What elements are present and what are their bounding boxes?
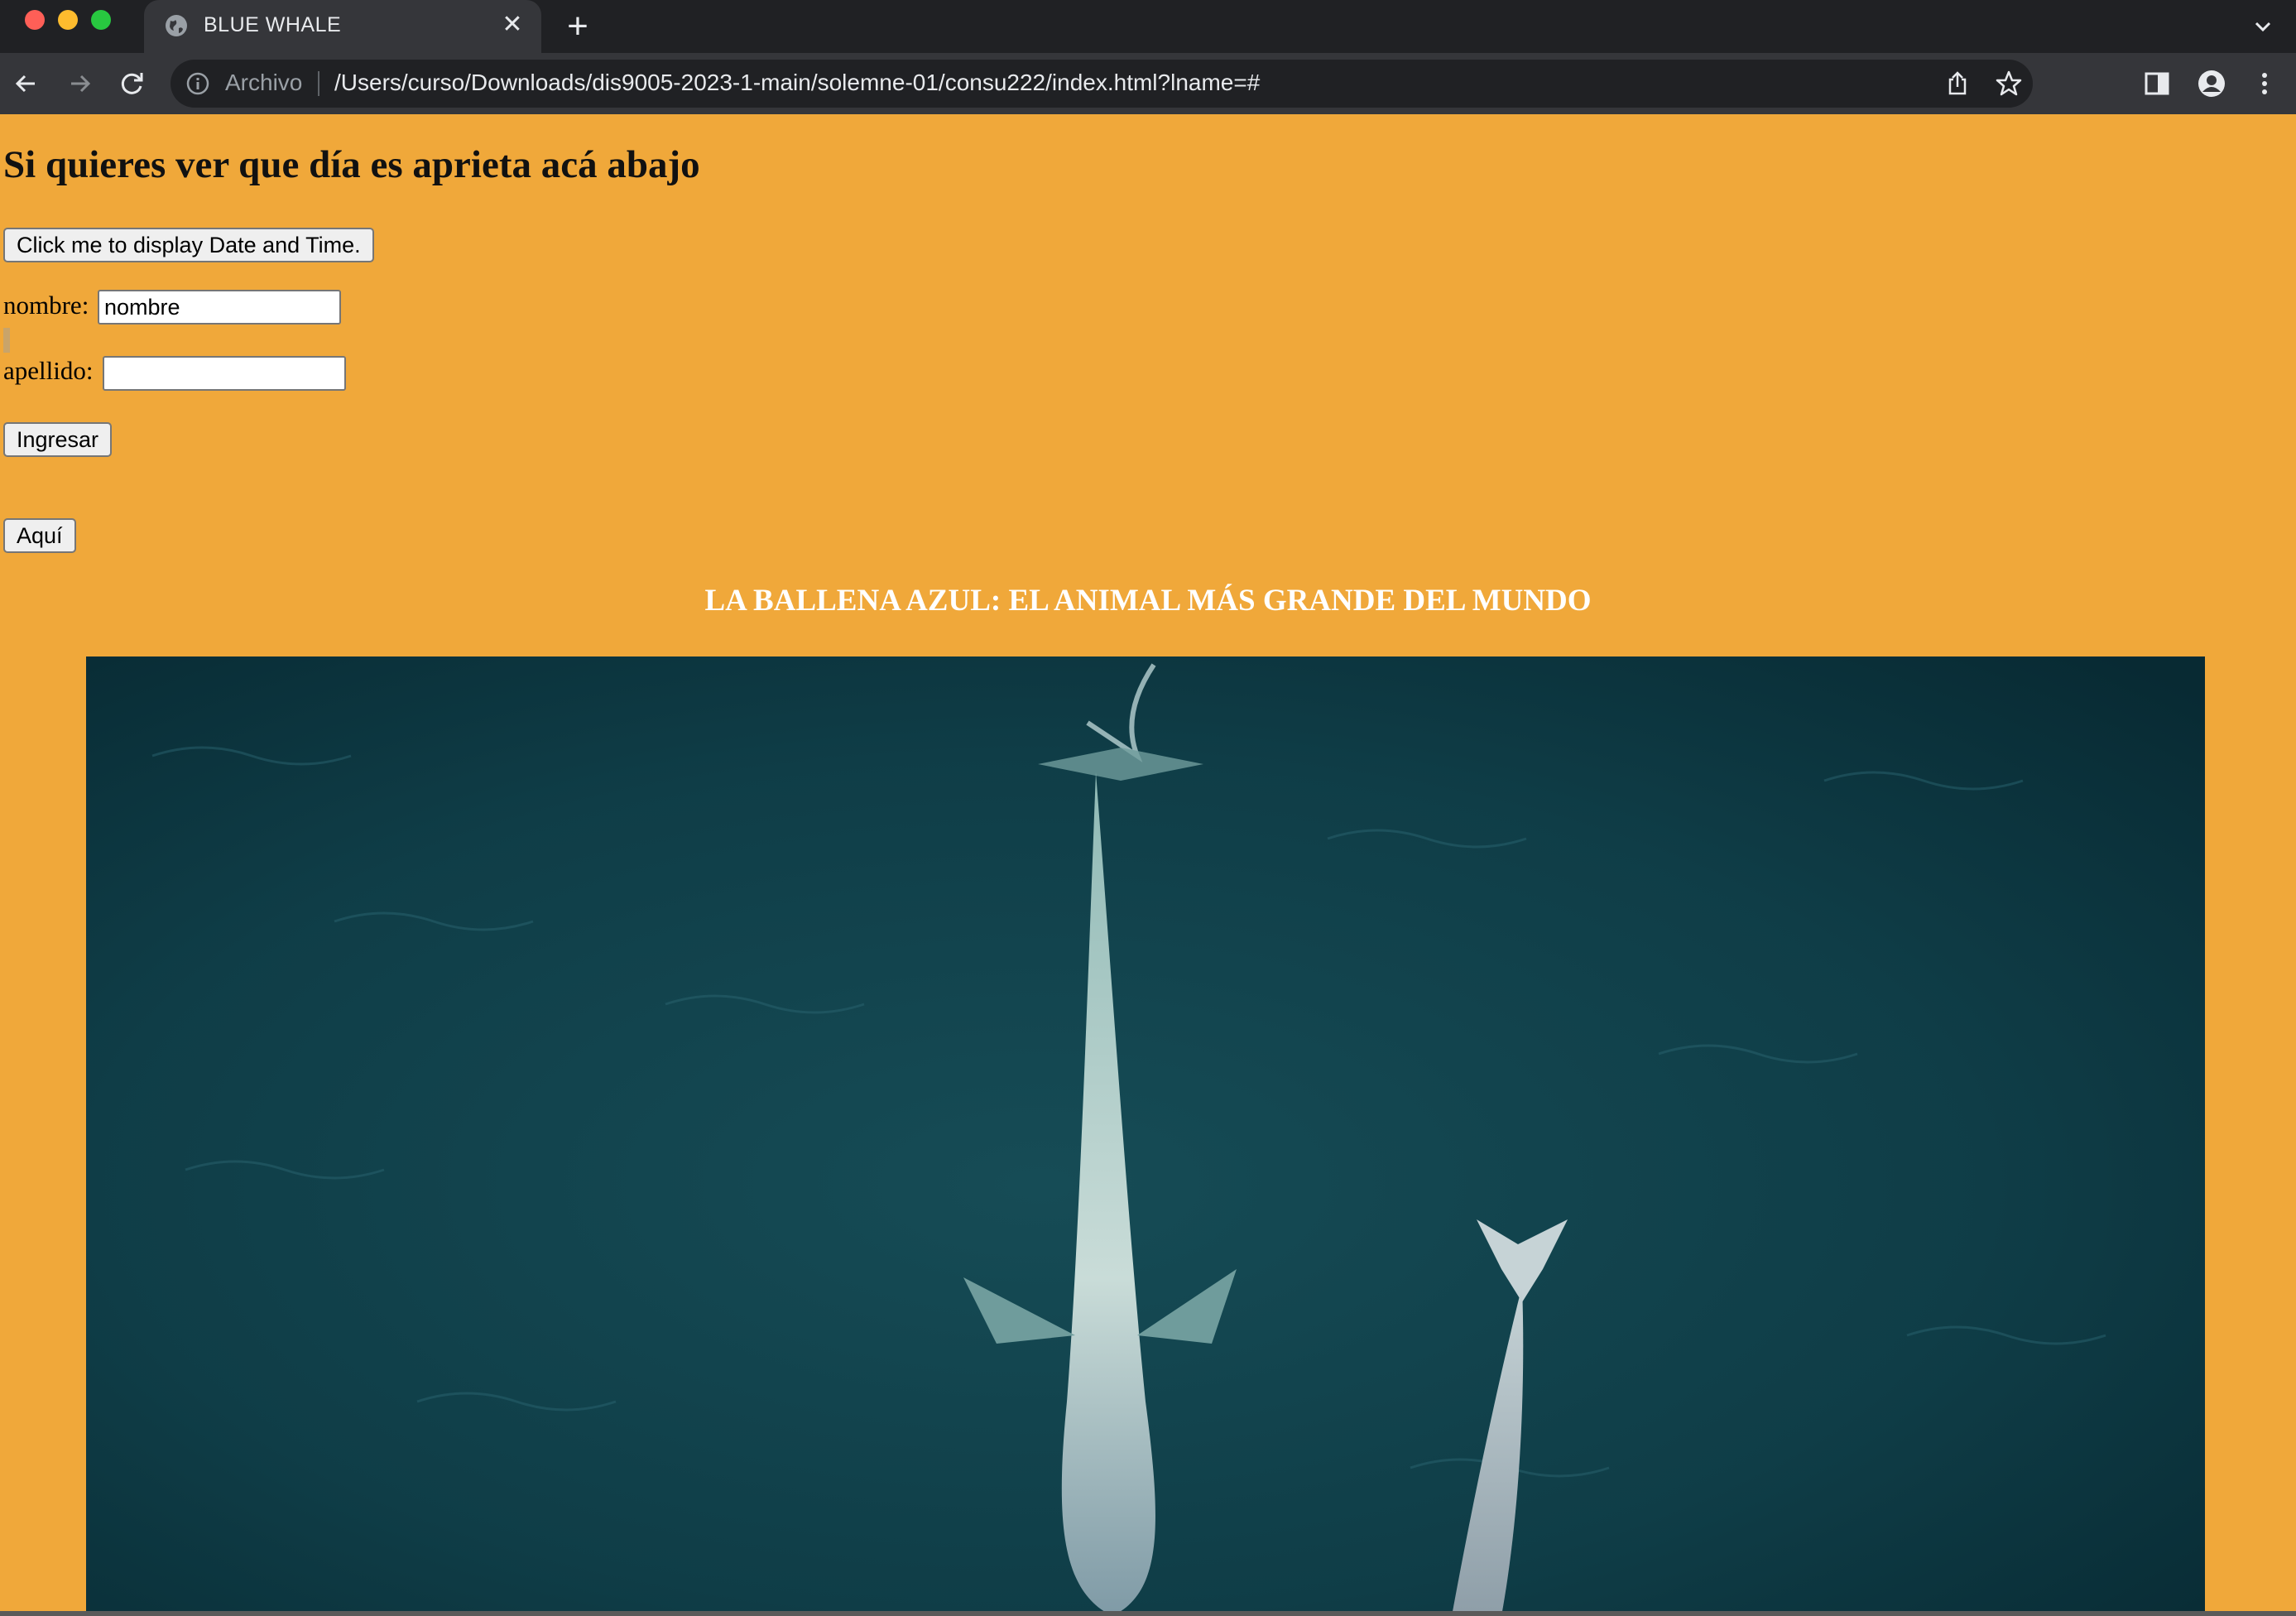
zoom-window-button[interactable] [91, 10, 111, 30]
display-date-button[interactable]: Click me to display Date and Time. [3, 228, 374, 262]
window-bottom-edge [0, 1611, 2296, 1616]
nombre-label: nombre: [3, 291, 89, 320]
bookmark-star-icon[interactable] [1995, 70, 2023, 98]
apellido-label: apellido: [3, 356, 94, 385]
aqui-button[interactable]: Aquí [3, 518, 76, 553]
minimize-window-button[interactable] [58, 10, 78, 30]
share-icon[interactable] [1943, 70, 1972, 98]
page-content: Si quieres ver que día es aprieta acá ab… [0, 114, 2296, 1616]
new-tab-button[interactable]: + [561, 8, 594, 45]
tab-close-icon[interactable]: ✕ [498, 11, 526, 39]
nombre-input[interactable] [98, 290, 341, 325]
address-bar[interactable]: Archivo /Users/curso/Downloads/dis9005-2… [171, 60, 2033, 108]
side-panel-icon[interactable] [2142, 69, 2172, 99]
page-heading: Si quieres ver que día es aprieta acá ab… [3, 143, 700, 186]
blue-whale-photo [86, 656, 2205, 1616]
address-divider [318, 71, 319, 96]
info-icon[interactable] [185, 71, 210, 96]
profile-icon[interactable] [2197, 69, 2226, 99]
scheme-label: Archivo [225, 70, 303, 95]
browser-toolbar: Archivo /Users/curso/Downloads/dis9005-2… [0, 53, 2296, 114]
address-url[interactable]: /Users/curso/Downloads/dis9005-2023-1-ma… [334, 70, 1260, 96]
close-window-button[interactable] [25, 10, 45, 30]
globe-icon [166, 15, 187, 36]
tab-strip: BLUE WHALE ✕ + [0, 0, 2296, 53]
active-tab[interactable]: BLUE WHALE ✕ [144, 0, 541, 53]
menu-icon[interactable] [2250, 69, 2279, 99]
forward-icon[interactable] [65, 69, 94, 99]
tab-search-icon[interactable] [2250, 13, 2276, 40]
tab-title: BLUE WHALE [204, 13, 342, 36]
reload-icon[interactable] [118, 69, 147, 99]
apellido-input[interactable] [103, 356, 346, 391]
ingresar-button[interactable]: Ingresar [3, 422, 113, 457]
back-icon[interactable] [12, 69, 41, 99]
whale-title: LA BALLENA AZUL: EL ANIMAL MÁS GRANDE DE… [704, 584, 1592, 618]
text-cursor-mark [3, 328, 10, 353]
